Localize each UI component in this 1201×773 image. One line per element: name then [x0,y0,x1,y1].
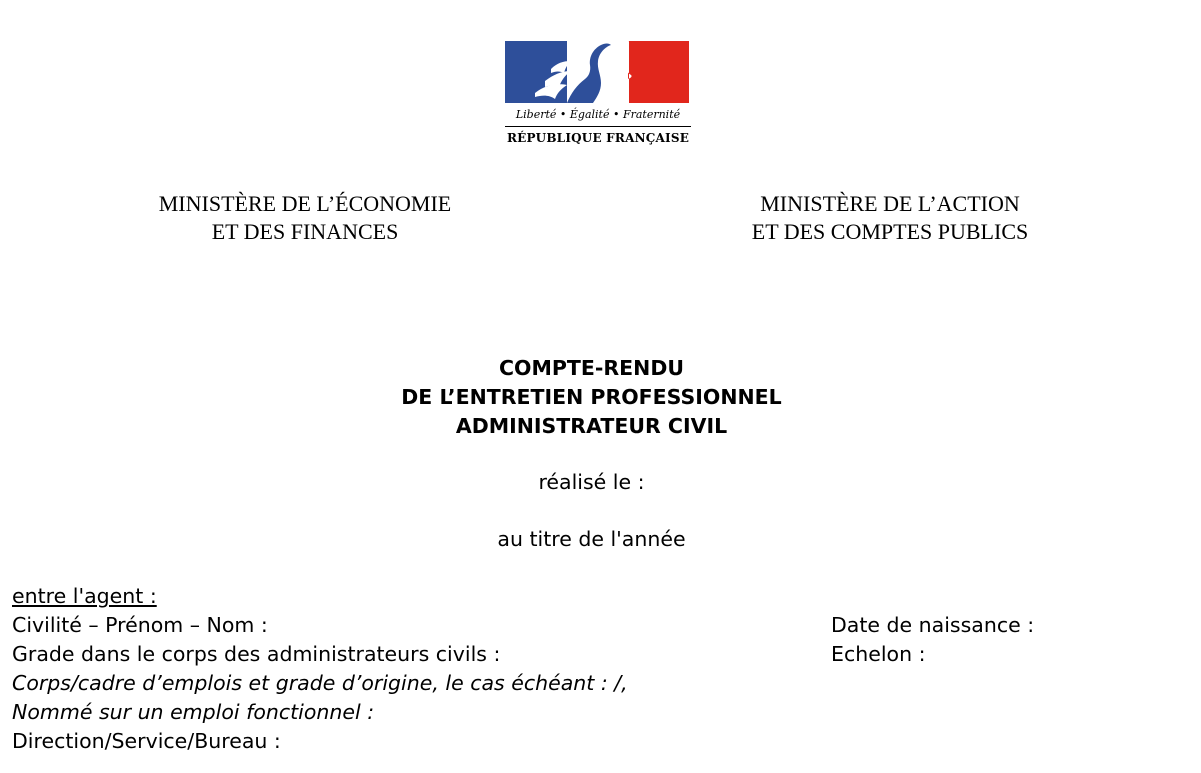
civilite-label: Civilité – Prénom – Nom : [12,613,268,637]
ministry-left-line-1: MINISTÈRE DE L’ÉCONOMIE [158,191,452,216]
logo-divider [505,126,691,127]
grade-label: Grade dans le corps des administrateurs … [12,642,501,666]
document-title: COMPTE-RENDU DE L’ENTRETIEN PROFESSIONNE… [0,354,1183,441]
title-line-2: DE L’ENTRETIEN PROFESSIONNEL [401,385,782,409]
ministry-action-comptes: MINISTÈRE DE L’ACTION ET DES COMPTES PUB… [710,190,1070,246]
realise-le-label: réalisé le : [538,470,645,494]
ministry-economie: MINISTÈRE DE L’ÉCONOMIE ET DES FINANCES [120,190,490,246]
ministry-left-line-2: ET DES FINANCES [211,219,399,244]
direction-label: Direction/Service/Bureau : [12,729,281,753]
agent-heading: entre l'agent : [12,584,157,608]
ministry-right-line-1: MINISTÈRE DE L’ACTION [760,191,1020,216]
title-line-1: COMPTE-RENDU [498,356,684,380]
republique-francaise-logo: Liberté • Égalité • Fraternité RÉPUBLIQU… [503,39,693,151]
marianne-flag-icon [505,41,689,103]
echelon-label: Echelon : [831,642,926,666]
republic-motto: Liberté • Égalité • Fraternité [515,108,681,121]
corps-label: Corps/cadre d’emplois et grade d’origine… [12,671,628,695]
title-line-3: ADMINISTRATEUR CIVIL [455,414,728,438]
annee-label: au titre de l'année [497,527,686,551]
date-naissance-label: Date de naissance : [831,613,1035,637]
ministry-right-line-2: ET DES COMPTES PUBLICS [751,219,1029,244]
republic-name: RÉPUBLIQUE FRANÇAISE [506,131,690,145]
emploi-fonctionnel-label: Nommé sur un emploi fonctionnel : [12,700,375,724]
